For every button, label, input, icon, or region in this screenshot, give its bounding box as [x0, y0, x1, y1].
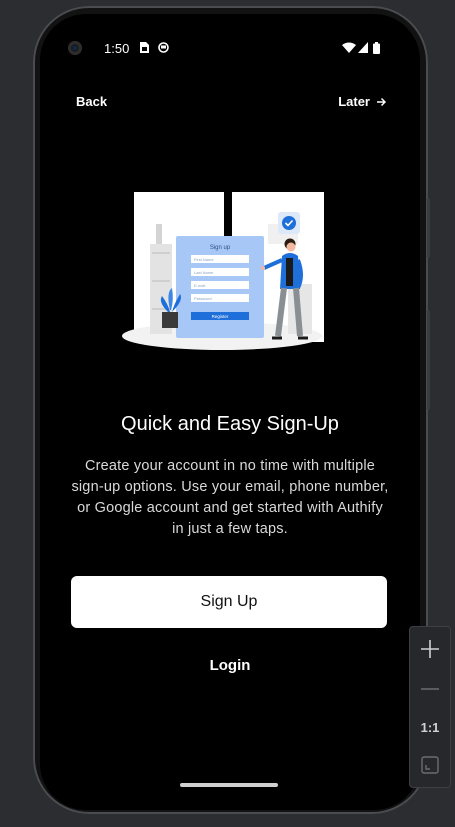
minus-icon	[421, 688, 439, 690]
form-field-email: E-mail	[194, 283, 205, 288]
cell-signal-icon	[358, 42, 368, 53]
later-button[interactable]: Later	[338, 94, 386, 109]
zoom-reset-button[interactable]: 1:1	[410, 707, 450, 747]
app-notification-icon	[158, 42, 169, 53]
zoom-out-button[interactable]	[410, 669, 450, 709]
sign-up-button[interactable]: Sign Up	[71, 576, 387, 628]
page-description: Create your account in no time with mult…	[71, 458, 389, 537]
home-indicator[interactable]	[180, 783, 278, 787]
status-time: 1:50	[104, 41, 130, 56]
later-label: Later	[338, 94, 370, 109]
form-field-last-name: Last Name	[194, 270, 214, 275]
form-title-text: Sign up	[210, 245, 231, 251]
back-button[interactable]: Back	[76, 94, 107, 109]
page-title: Quick and Easy Sign-Up	[121, 413, 339, 435]
wifi-icon	[342, 42, 356, 53]
emulator-zoom-panel: 1:1	[409, 626, 451, 788]
status-bar: 1:50	[40, 38, 420, 60]
fit-screen-button[interactable]	[410, 745, 450, 785]
arrow-right-icon	[377, 97, 386, 106]
sim-card-icon	[140, 42, 149, 53]
signup-illustration: Sign up First Name Last Name E-mail Pass…	[122, 192, 324, 350]
fit-screen-icon	[421, 756, 439, 774]
form-field-password: Password	[194, 296, 212, 301]
zoom-reset-label: 1:1	[420, 719, 440, 735]
app-screen: 1:50 Back Later Sign up First Name Last …	[40, 14, 420, 810]
volume-button	[427, 310, 430, 410]
form-field-first-name: First Name	[194, 257, 214, 262]
power-button	[427, 198, 430, 258]
login-button[interactable]: Login	[180, 654, 280, 678]
front-camera	[68, 41, 82, 55]
plus-icon	[421, 640, 439, 658]
zoom-in-button[interactable]	[410, 629, 450, 669]
battery-icon	[373, 42, 380, 54]
form-register-text: Register	[212, 314, 229, 319]
